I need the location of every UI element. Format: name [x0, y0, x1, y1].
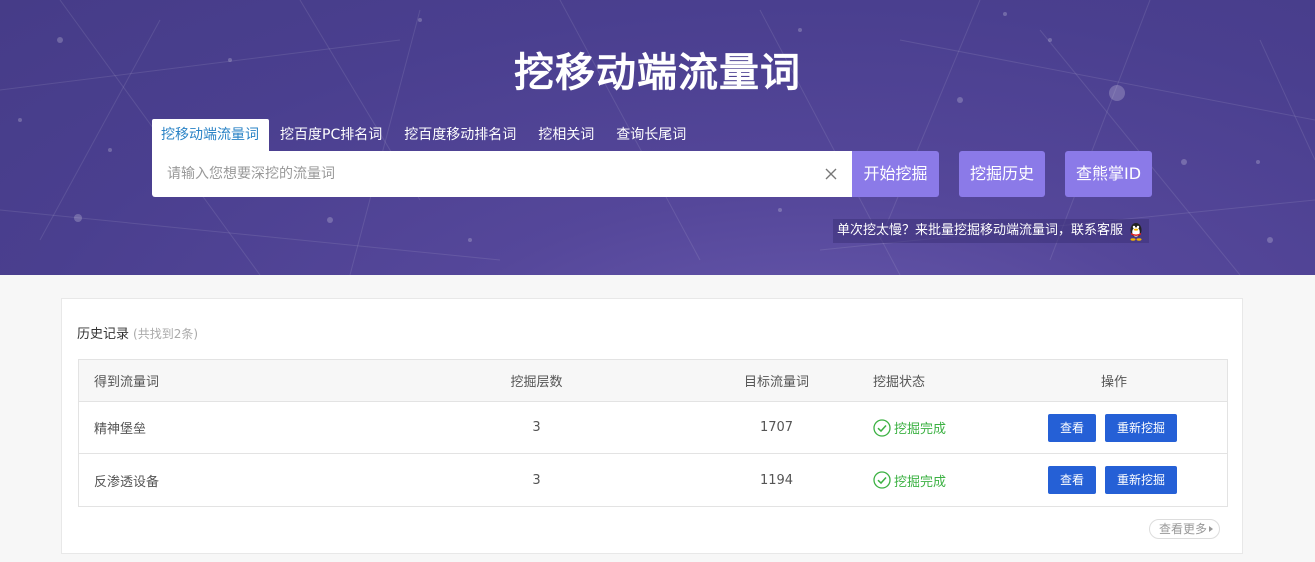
- status-text: 挖掘完成: [894, 422, 947, 437]
- view-button[interactable]: 查看: [1048, 413, 1096, 442]
- dig-history-button[interactable]: 挖掘历史: [959, 151, 1045, 197]
- page-title: 挖移动端流量词: [514, 50, 801, 96]
- status-cell: 挖掘完成: [873, 454, 946, 506]
- start-dig-button[interactable]: 开始挖掘: [852, 151, 939, 197]
- tab-mobile-traffic-words[interactable]: 挖移动端流量词: [152, 119, 269, 151]
- tab-baidu-pc-rank-words[interactable]: 挖百度PC排名词: [269, 119, 393, 151]
- check-circle-icon: [873, 418, 891, 437]
- keyword-cell: 精神堡垒: [94, 422, 147, 437]
- tab-long-tail-words[interactable]: 查询长尾词: [605, 119, 697, 151]
- actions-cell: 查看 重新挖掘: [1048, 454, 1198, 506]
- redig-button[interactable]: 重新挖掘: [1105, 466, 1177, 494]
- tab-related-words[interactable]: 挖相关词: [527, 119, 605, 151]
- search-input[interactable]: [152, 151, 812, 197]
- table-header: 得到流量词 挖掘层数 目标流量词 挖掘状态 操作: [79, 360, 1227, 402]
- view-more-button[interactable]: 查看更多: [1149, 519, 1221, 539]
- keyword-cell: 反渗透设备: [94, 474, 160, 490]
- history-title: 历史记录: [77, 327, 130, 342]
- column-header-target: 目标流量词: [743, 375, 809, 390]
- tab-baidu-mobile-rank-words[interactable]: 挖百度移动排名词: [393, 119, 527, 151]
- column-header-keyword: 得到流量词: [94, 375, 160, 390]
- bulk-dig-promo-link[interactable]: 单次挖太慢？来批量挖掘移动端流量词，联系客服: [833, 219, 1150, 243]
- target-cell: 1194: [759, 472, 794, 488]
- history-table: 得到流量词 挖掘层数 目标流量词 挖掘状态 操作 精神堡垒 3 1707 挖掘完…: [78, 359, 1228, 507]
- qq-penguin-icon: [1130, 223, 1142, 241]
- search-box: [152, 151, 852, 197]
- table-row: 反渗透设备 3 1194 挖掘完成 查看 重新挖掘: [79, 454, 1227, 506]
- promo-text: 单次挖太慢？来批量挖掘移动端流量词，联系客服: [837, 223, 1124, 238]
- history-card: 历史记录 (共找到2条) 得到流量词 挖掘层数 目标流量词 挖掘状态 操作 精神堡…: [61, 298, 1243, 554]
- check-circle-icon: [873, 471, 891, 489]
- view-button[interactable]: 查看: [1048, 466, 1096, 494]
- table-row: 精神堡垒 3 1707 挖掘完成 查看 重新挖掘: [79, 402, 1227, 454]
- layers-cell: 3: [532, 420, 541, 435]
- actions-cell: 查看 重新挖掘: [1048, 402, 1198, 453]
- status-text: 挖掘完成: [894, 474, 947, 490]
- hero-banner: 挖移动端流量词 挖移动端流量词 挖百度PC排名词 挖百度移动排名词 挖相关词 查…: [0, 0, 1315, 275]
- column-header-status: 挖掘状态: [873, 375, 926, 390]
- check-xiongzhang-id-button[interactable]: 查熊掌ID: [1065, 151, 1152, 197]
- status-badge: 挖掘完成: [873, 471, 946, 490]
- layers-cell: 3: [532, 472, 541, 488]
- history-heading: 历史记录 (共找到2条): [77, 323, 198, 342]
- redig-button[interactable]: 重新挖掘: [1105, 413, 1177, 442]
- history-count: (共找到2条): [133, 327, 199, 341]
- caret-right-icon: [1209, 526, 1214, 532]
- status-badge: 挖掘完成: [873, 418, 946, 437]
- view-more-label: 查看更多: [1159, 522, 1208, 536]
- clear-icon[interactable]: [824, 167, 838, 181]
- column-header-actions: 操作: [1100, 375, 1127, 390]
- search-mode-tabs: 挖移动端流量词 挖百度PC排名词 挖百度移动排名词 挖相关词 查询长尾词: [152, 119, 697, 151]
- target-cell: 1707: [759, 420, 794, 435]
- column-header-layers: 挖掘层数: [510, 375, 563, 390]
- status-cell: 挖掘完成: [873, 402, 946, 453]
